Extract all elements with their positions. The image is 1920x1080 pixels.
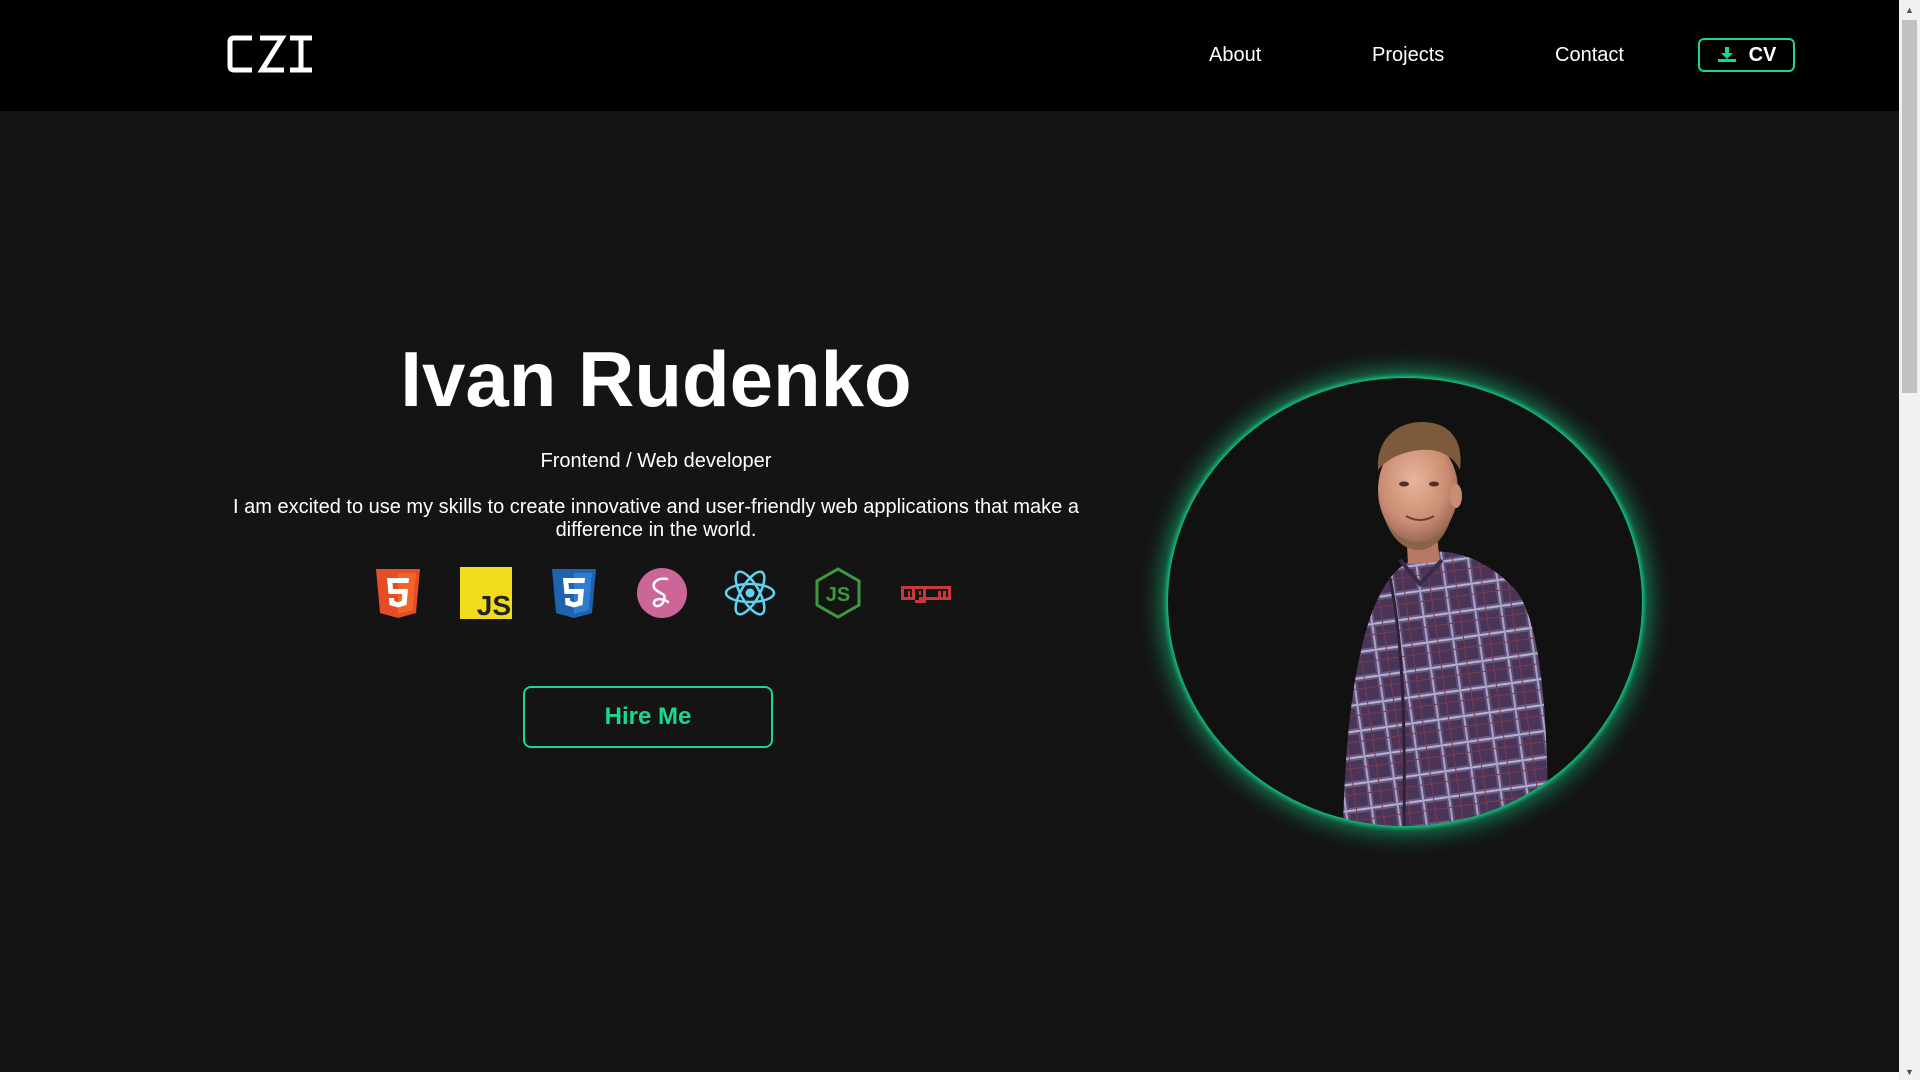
scrollbar-thumb[interactable] [1902,20,1917,393]
hire-me-button[interactable]: Hire Me [523,686,773,748]
css3-icon [552,569,596,618]
logo[interactable] [224,28,316,80]
html5-icon [376,569,420,618]
nodejs-icon: JS [815,567,861,619]
sass-icon [637,568,687,618]
scroll-up-arrow-icon[interactable]: ▲ [1899,1,1920,18]
javascript-icon: JS [460,567,512,619]
download-icon [1717,47,1737,63]
download-cv-button[interactable]: CV [1698,38,1795,72]
portrait-photo [1168,378,1642,826]
hero-name: Ivan Rudenko [400,335,912,423]
svg-text:JS: JS [826,584,850,606]
horizontal-scroll-area [0,1072,1899,1080]
svg-text:JS: JS [477,590,511,619]
cv-label: CV [1748,43,1777,66]
nav-link-contact[interactable]: Contact [1555,43,1624,67]
scroll-down-arrow-icon[interactable]: ▼ [1899,1063,1920,1080]
nav-link-projects[interactable]: Projects [1372,43,1444,67]
hero-role: Frontend / Web developer [540,450,772,472]
react-icon [724,570,776,616]
navbar: About Projects Contact CV [0,0,1899,111]
page: About Projects Contact CV Ivan Rudenko F… [0,0,1899,1072]
npm-icon [901,586,951,603]
nav-link-about[interactable]: About [1209,43,1261,67]
tech-stack: JS JS [372,567,952,619]
hero-bio: I am excited to use my skills to create … [233,496,1079,541]
vertical-scrollbar[interactable]: ▲ ▼ [1899,0,1920,1080]
